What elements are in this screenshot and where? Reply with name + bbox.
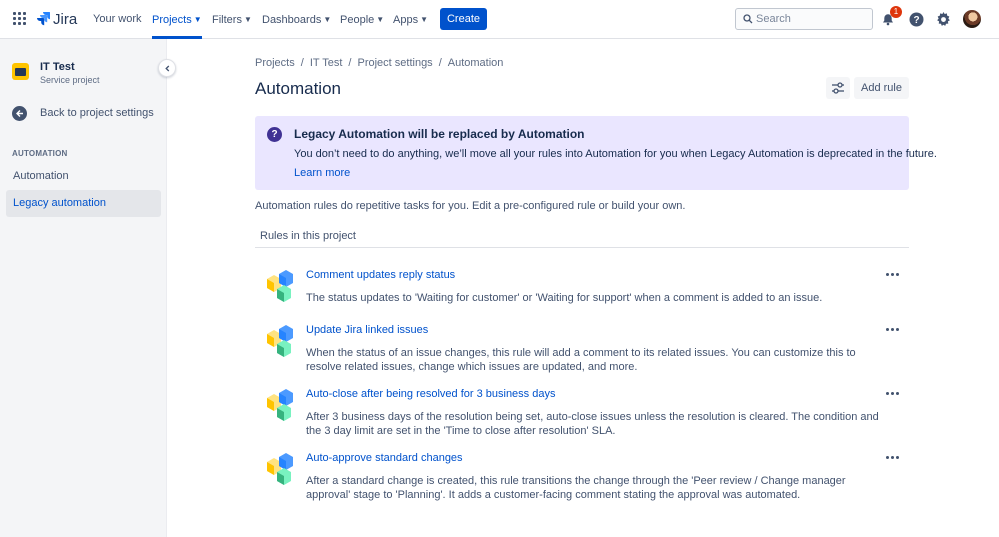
sidebar-collapse-button[interactable]	[158, 59, 176, 77]
chevron-down-icon: ▼	[376, 15, 385, 24]
rule-description: After a standard change is created, this…	[306, 475, 846, 501]
search-input[interactable]	[756, 11, 868, 27]
sliders-icon	[832, 82, 844, 94]
rule-description: The status updates to 'Waiting for custo…	[306, 292, 823, 304]
settings-button[interactable]	[933, 9, 953, 29]
help-button[interactable]: ?	[906, 9, 926, 29]
rule-title-link[interactable]: Auto-close after being resolved for 3 bu…	[306, 388, 555, 400]
rule-description: When the status of an issue changes, thi…	[306, 347, 856, 373]
nav-dashboards[interactable]: Dashboards ▼	[262, 0, 331, 39]
more-options-icon[interactable]	[883, 450, 901, 464]
nav-people[interactable]: People ▼	[340, 0, 384, 39]
create-button[interactable]: Create	[440, 8, 487, 30]
sidebar: IT Test Service project Back to project …	[0, 39, 167, 537]
breadcrumb-separator: /	[300, 57, 304, 69]
jira-logo[interactable]: Jira	[36, 10, 77, 28]
rule-cubes-icon	[267, 270, 293, 302]
user-avatar[interactable]	[963, 10, 981, 28]
breadcrumb-automation[interactable]: Automation	[448, 57, 504, 69]
automation-settings-button[interactable]	[826, 77, 850, 99]
add-rule-button[interactable]: Add rule	[854, 77, 909, 99]
page-title: Automation	[255, 79, 341, 98]
arrow-left-icon	[12, 105, 27, 121]
breadcrumb-projects[interactable]: Projects	[255, 57, 295, 69]
chevron-down-icon: ▼	[193, 15, 202, 24]
nav-filters[interactable]: Filters ▼	[212, 0, 252, 39]
sidebar-item-legacy-automation[interactable]: Legacy automation	[6, 190, 161, 217]
svg-text:?: ?	[913, 15, 919, 26]
search-box[interactable]	[735, 8, 873, 30]
nav-label: Your work	[93, 13, 142, 25]
nav-label: Apps	[393, 14, 419, 26]
nav-projects[interactable]: Projects ▼	[152, 0, 202, 39]
nav-label: Dashboards	[262, 14, 322, 26]
chevron-down-icon: ▼	[420, 15, 428, 24]
more-options-icon[interactable]	[883, 267, 901, 281]
breadcrumb: Projects / IT Test / Project settings / Automa…	[255, 57, 503, 69]
gear-icon	[936, 11, 950, 26]
back-label: Back to project settings	[40, 107, 154, 119]
more-options-icon[interactable]	[883, 322, 901, 336]
search-icon	[743, 14, 753, 24]
breadcrumb-project-settings[interactable]: Project settings	[357, 57, 432, 69]
project-name: IT Test	[40, 61, 75, 73]
nav-label: Filters	[212, 14, 242, 26]
breadcrumb-it-test[interactable]: IT Test	[310, 57, 343, 69]
more-options-icon[interactable]	[883, 386, 901, 400]
sidebar-section-header: AUTOMATION	[12, 149, 68, 158]
chevron-down-icon: ▼	[323, 15, 332, 24]
banner-body: You don’t need to do anything, we’ll mov…	[294, 148, 937, 160]
nav-label: People	[340, 14, 375, 26]
back-to-project-settings[interactable]: Back to project settings	[12, 105, 154, 121]
breadcrumb-separator: /	[348, 57, 352, 69]
chevron-down-icon: ▼	[243, 15, 252, 24]
rule-description: After 3 business days of the resolution …	[306, 411, 879, 437]
app-switcher-icon[interactable]	[13, 12, 27, 26]
nav-apps[interactable]: Apps ▼	[393, 0, 428, 39]
chevron-left-icon	[164, 65, 169, 71]
notification-badge: 1	[890, 6, 902, 18]
nav-label: Projects	[152, 14, 192, 26]
learn-more-link[interactable]: Learn more	[294, 167, 350, 179]
project-avatar-icon	[12, 63, 29, 80]
rule-title-link[interactable]: Comment updates reply status	[306, 269, 455, 281]
nav-your-work[interactable]: Your work	[93, 0, 142, 39]
help-icon: ?	[909, 12, 923, 26]
sidebar-item-automation[interactable]: Automation	[6, 163, 161, 190]
question-icon: ?	[267, 127, 282, 142]
jira-logo-icon	[37, 12, 50, 26]
rule-cubes-icon	[267, 453, 293, 485]
logo-text: Jira	[53, 10, 78, 28]
breadcrumb-separator: /	[438, 57, 442, 69]
rule-cubes-icon	[267, 389, 293, 421]
divider	[255, 247, 909, 248]
legacy-automation-banner: ? Legacy Automation will be replaced by …	[255, 116, 937, 190]
project-type: Service project	[40, 75, 100, 85]
rule-cubes-icon	[267, 325, 293, 357]
automation-intro-text: Automation rules do repetitive tasks for…	[255, 200, 686, 212]
top-navigation: Jira Your work Projects ▼ Filters ▼ Dashbo…	[0, 0, 999, 39]
rules-header: Rules in this project	[260, 230, 356, 242]
banner-title: Legacy Automation will be replaced by Au…	[294, 127, 585, 141]
rule-title-link[interactable]: Auto-approve standard changes	[306, 452, 463, 464]
rule-title-link[interactable]: Update Jira linked issues	[306, 324, 428, 336]
